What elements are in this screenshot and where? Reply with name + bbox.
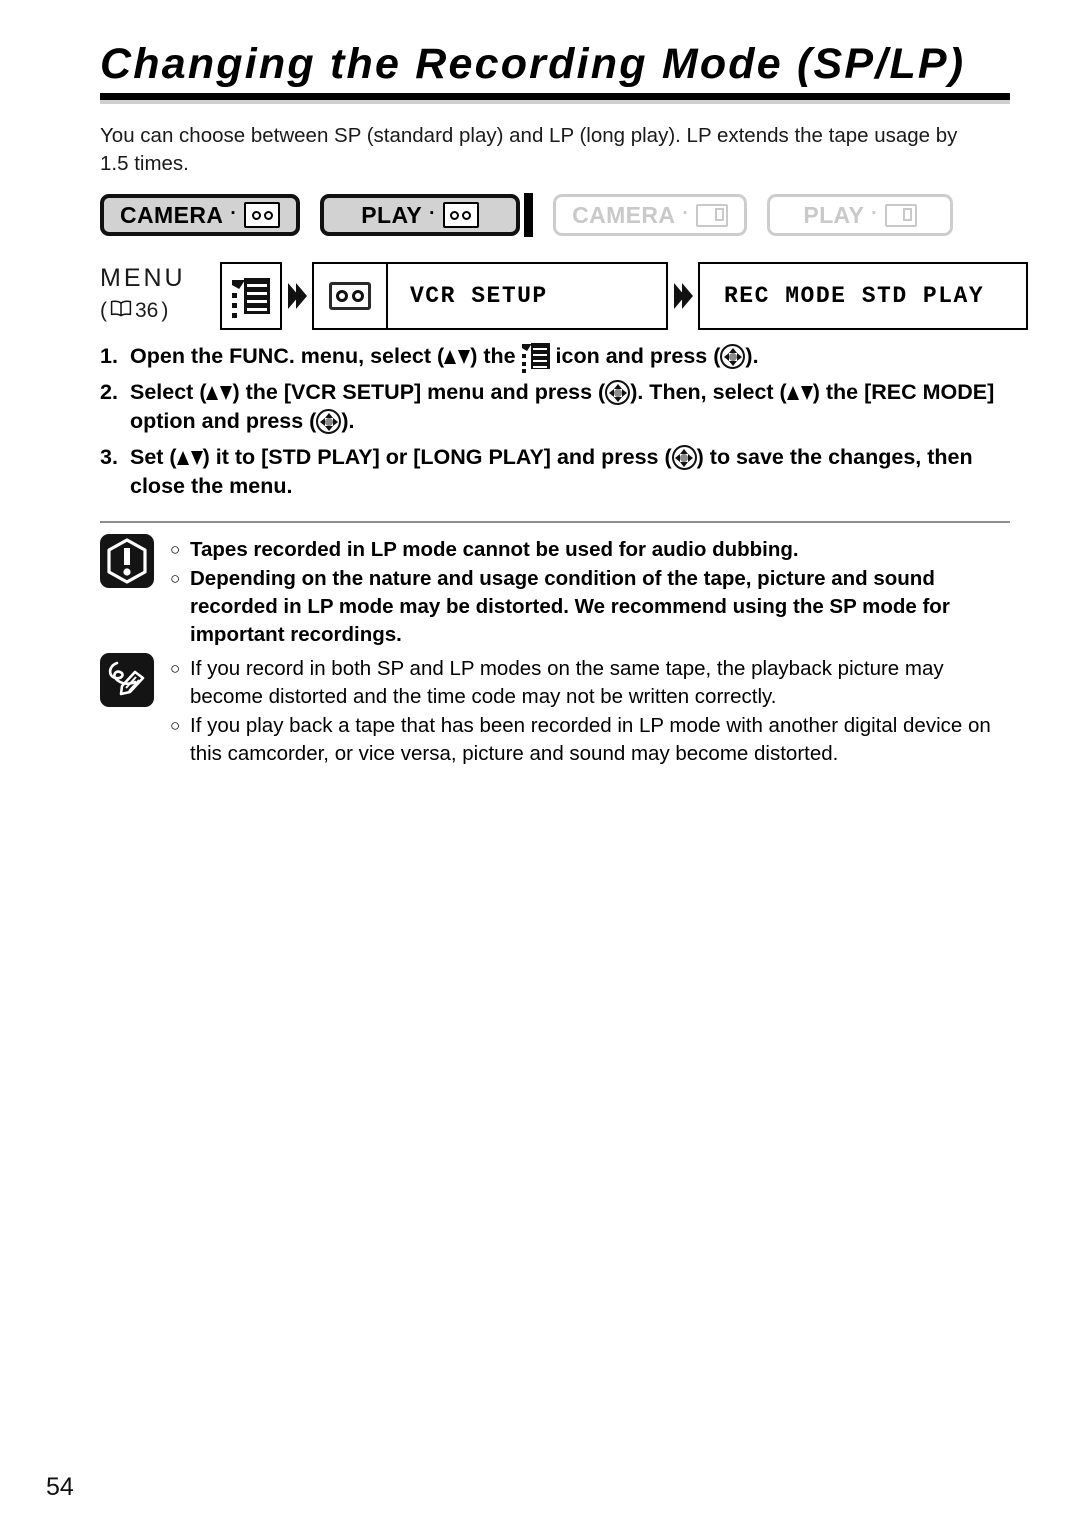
title-underline (100, 93, 1010, 101)
flow-arrow-2 (668, 262, 698, 330)
mode-badge-label: PLAY (803, 201, 865, 228)
menu-list-icon (232, 278, 270, 318)
operating-mode-badges: CAMERA · PLAY · CAMERA · PLAY · (100, 193, 954, 237)
bullet-icon: ○ (170, 540, 181, 559)
menu-flow-label: MENU ( 36 ) (100, 262, 220, 323)
exclamation-hexagon-icon (100, 534, 154, 588)
joystick-icon (605, 380, 631, 405)
warning-item: ○ Depending on the nature and usage cond… (170, 565, 1010, 649)
warning-item-text: Depending on the nature and usage condit… (190, 567, 950, 646)
menu-label-text: MENU (100, 264, 186, 292)
step-fragment: icon and press ( (549, 344, 721, 368)
step-fragment: ) the (470, 344, 522, 368)
warning-callout: ○ Tapes recorded in LP mode cannot be us… (100, 534, 1010, 650)
mode-badge-label: PLAY (361, 201, 423, 228)
joystick-icon (720, 344, 746, 369)
warning-list: ○ Tapes recorded in LP mode cannot be us… (170, 534, 1010, 650)
step-fragment: Set ( (130, 445, 177, 469)
warning-item: ○ Tapes recorded in LP mode cannot be us… (170, 536, 1010, 564)
updown-icon (176, 450, 203, 467)
vcr-setup-label: VCR SETUP (410, 283, 548, 309)
mode-badge-play-card: PLAY · (767, 194, 954, 236)
tape-icon (329, 282, 371, 310)
bullet-icon: ○ (170, 716, 181, 735)
menu-page-number: 36 (135, 299, 159, 322)
flow-arrow-1 (282, 262, 312, 330)
badge-group-divider (524, 193, 534, 237)
book-icon (110, 299, 132, 323)
bullet-icon: ○ (170, 659, 181, 678)
paren-open: ( (100, 299, 107, 322)
joystick-icon (316, 409, 342, 434)
notes-list: ○ If you record in both SP and LP modes … (170, 653, 1010, 769)
menu-page-reference: ( 36 ) (100, 299, 220, 323)
step-2: 2. Select ( ) the [VCR SETUP] menu and pr… (100, 378, 1000, 436)
step-1: 1. Open the FUNC. menu, select ( ) the ic… (100, 342, 1000, 373)
mode-badge-label: CAMERA (572, 201, 676, 228)
note-item-text: If you play back a tape that has been re… (190, 714, 991, 765)
step-3: 3. Set ( ) it to [STD PLAY] or [LONG PLAY… (100, 443, 1000, 501)
bullet-icon: ○ (170, 569, 181, 588)
paren-close: ) (161, 299, 169, 322)
updown-icon (444, 349, 471, 366)
section-divider (100, 521, 1010, 523)
card-icon (696, 203, 729, 227)
mode-badge-separator: · (682, 203, 690, 224)
rec-mode-box: REC MODE STD PLAY (698, 262, 1028, 330)
step-number: 2. (100, 380, 118, 404)
note-item-text: If you record in both SP and LP modes on… (190, 657, 944, 708)
step-fragment: ) it to [STD PLAY] or [LONG PLAY] and pr… (202, 445, 672, 469)
tape-icon (244, 202, 281, 228)
mode-badge-separator: · (230, 203, 238, 224)
step-fragment: Select ( (130, 380, 207, 404)
updown-icon (786, 385, 813, 402)
page-number: 54 (46, 1473, 74, 1501)
notes-callout: ○ If you record in both SP and LP modes … (100, 653, 1010, 769)
vcr-setup-icon-cell (314, 264, 388, 328)
mode-badge-label: CAMERA (120, 201, 224, 228)
updown-icon (206, 385, 233, 402)
mode-badge-camera-tape: CAMERA · (100, 194, 301, 236)
manual-page: Changing the Recording Mode (SP/LP) You … (0, 0, 1080, 1534)
warning-item-text: Tapes recorded in LP mode cannot be used… (190, 538, 799, 561)
menu-navigation-flow: MENU ( 36 ) VCR SETUP REC MODE STD PLAY (100, 262, 1028, 330)
intro-paragraph: You can choose between SP (standard play… (100, 124, 958, 175)
mode-badge-camera-card: CAMERA · (553, 194, 748, 236)
card-icon (884, 203, 917, 227)
step-fragment: Open the FUNC. menu, select ( (130, 344, 445, 368)
pencil-note-icon (100, 653, 154, 707)
step-fragment: ) the [VCR SETUP] menu and press ( (232, 380, 606, 404)
note-item: ○ If you record in both SP and LP modes … (170, 655, 1010, 711)
step-fragment: ). (341, 409, 355, 433)
step-number: 1. (100, 344, 118, 368)
mode-badge-play-tape: PLAY · (320, 194, 521, 236)
menu-list-icon (521, 343, 550, 373)
page-header: Changing the Recording Mode (SP/LP) (100, 40, 1010, 101)
mode-badge-separator: · (429, 203, 436, 224)
step-text: Select ( ) the [VCR SETUP] menu and press… (130, 378, 1000, 436)
step-fragment: ). (745, 344, 759, 368)
note-item: ○ If you play back a tape that has been … (170, 712, 1010, 768)
page-title: Changing the Recording Mode (SP/LP) (100, 40, 966, 88)
menu-icon-box (220, 262, 282, 330)
step-fragment: ). Then, select ( (630, 380, 787, 404)
instruction-steps: 1. Open the FUNC. menu, select ( ) the ic… (100, 342, 1000, 508)
step-text: Open the FUNC. menu, select ( ) the icon … (130, 342, 1000, 373)
step-text: Set ( ) it to [STD PLAY] or [LONG PLAY] a… (130, 443, 1000, 501)
vcr-setup-box: VCR SETUP (312, 262, 668, 330)
tape-icon (442, 202, 479, 228)
step-number: 3. (100, 445, 118, 469)
mode-badge-separator: · (871, 203, 878, 224)
joystick-icon (671, 445, 697, 470)
